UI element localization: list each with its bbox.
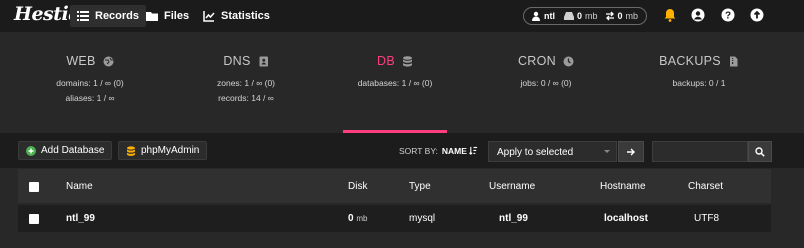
row-checkbox[interactable] [29, 214, 39, 224]
select-all-checkbox[interactable] [29, 182, 39, 192]
nav-statistics-label: Statistics [221, 10, 270, 22]
row-disk-unit: mb [356, 214, 368, 223]
sort-by-value: NAME [441, 146, 467, 156]
row-charset: UTF8 [694, 213, 719, 224]
stat-backups-line-1: backups: 0 / 1 [672, 78, 726, 88]
stat-db-line-1: databases: 1 / ∞ (0) [357, 78, 433, 88]
stat-cron-title: CRON [517, 54, 556, 68]
bulk-action-select[interactable]: Apply to selected [488, 141, 617, 162]
top-navbar: Hestia Records Files Statistics ntl 0 mb… [0, 0, 804, 32]
row-hostname: localhost [604, 213, 648, 224]
stat-dns-line-2: records: 14 / ∞ [218, 93, 274, 103]
plus-circle-icon [26, 145, 36, 156]
header-hostname[interactable]: Hostname [600, 181, 646, 192]
nav-records[interactable]: Records [70, 5, 147, 27]
page-footer-area [0, 234, 804, 248]
nav-files[interactable]: Files [139, 5, 196, 27]
help-icon[interactable]: ? [721, 8, 735, 22]
add-database-button[interactable]: Add Database [18, 141, 113, 160]
stat-dns[interactable]: DNS zones: 1 / ∞ (0) records: 14 / ∞ [176, 54, 316, 106]
nav-records-label: Records [95, 10, 140, 22]
header-charset[interactable]: Charset [688, 181, 723, 192]
usage-bandwidth-unit: mb [625, 11, 639, 21]
user-circle-icon[interactable] [691, 8, 705, 22]
usage-bandwidth: 0 [617, 11, 623, 21]
phpmyadmin-button[interactable]: phpMyAdmin [118, 141, 208, 160]
stat-backups[interactable]: BACKUPS backups: 0 / 1 [629, 54, 769, 91]
stat-cron-line-1: jobs: 0 / ∞ (0) [520, 78, 572, 88]
arrow-right-icon [627, 148, 635, 155]
folder-icon [146, 12, 158, 21]
sort-by-control[interactable]: SORT BY: NAME [399, 146, 478, 156]
stat-db[interactable]: DB databases: 1 / ∞ (0) [325, 54, 465, 91]
exchange-icon [605, 11, 614, 21]
header-username[interactable]: Username [489, 181, 535, 192]
clock-icon [563, 56, 574, 66]
user-icon [532, 11, 540, 21]
table-header: Name Disk Type Username Hostname Charset [18, 169, 771, 203]
apply-bulk-button[interactable] [618, 141, 644, 162]
stat-backups-title: BACKUPS [659, 54, 721, 68]
bell-icon[interactable] [663, 8, 677, 22]
usage-summary[interactable]: ntl 0 mb 0 mb [523, 7, 647, 25]
stat-web[interactable]: WEB domains: 1 / ∞ (0) aliases: 1 / ∞ [20, 54, 160, 106]
stat-cron[interactable]: CRON jobs: 0 / ∞ (0) [476, 54, 616, 91]
usage-disk: 0 [577, 11, 583, 21]
stat-web-line-2: aliases: 1 / ∞ [65, 93, 115, 103]
database-icon [402, 55, 412, 67]
svg-text:?: ? [725, 11, 731, 22]
file-archive-icon [729, 56, 738, 66]
bulk-action-value: Apply to selected [497, 147, 574, 158]
row-disk: 0 mb [348, 213, 367, 224]
row-disk-value: 0 [348, 213, 354, 224]
header-name[interactable]: Name [66, 181, 93, 192]
phpmyadmin-label: phpMyAdmin [141, 145, 200, 156]
address-book-icon [259, 56, 268, 66]
search-icon [755, 146, 765, 157]
row-username: ntl_99 [499, 213, 528, 224]
header-disk[interactable]: Disk [348, 181, 367, 192]
search-input[interactable] [652, 141, 748, 162]
nav-files-label: Files [164, 10, 190, 22]
search-button[interactable] [748, 141, 772, 162]
header-type[interactable]: Type [409, 181, 431, 192]
row-type: mysql [409, 213, 436, 224]
stat-web-line-1: domains: 1 / ∞ (0) [56, 78, 124, 88]
stat-db-title: DB [377, 54, 395, 68]
sort-alpha-icon [469, 146, 478, 155]
chart-line-icon [203, 11, 215, 22]
database-icon [127, 145, 135, 156]
stat-dns-line-1: zones: 1 / ∞ (0) [216, 78, 276, 88]
nav-statistics[interactable]: Statistics [196, 5, 277, 27]
sort-by-label: SORT BY: [399, 146, 438, 156]
hard-drive-icon [564, 12, 574, 20]
table-row[interactable]: ntl_99 0 mb mysql ntl_99 localhost UTF8 [18, 205, 771, 232]
stat-dns-title: DNS [223, 54, 251, 68]
logout-icon[interactable] [750, 8, 764, 22]
usage-disk-unit: mb [585, 11, 598, 21]
add-database-label: Add Database [41, 145, 105, 156]
chevron-down-icon [604, 150, 610, 153]
list-icon [77, 11, 89, 21]
globe-icon [103, 56, 114, 66]
stat-web-title: WEB [66, 54, 96, 68]
usage-user: ntl [544, 11, 555, 21]
row-name[interactable]: ntl_99 [66, 213, 95, 224]
